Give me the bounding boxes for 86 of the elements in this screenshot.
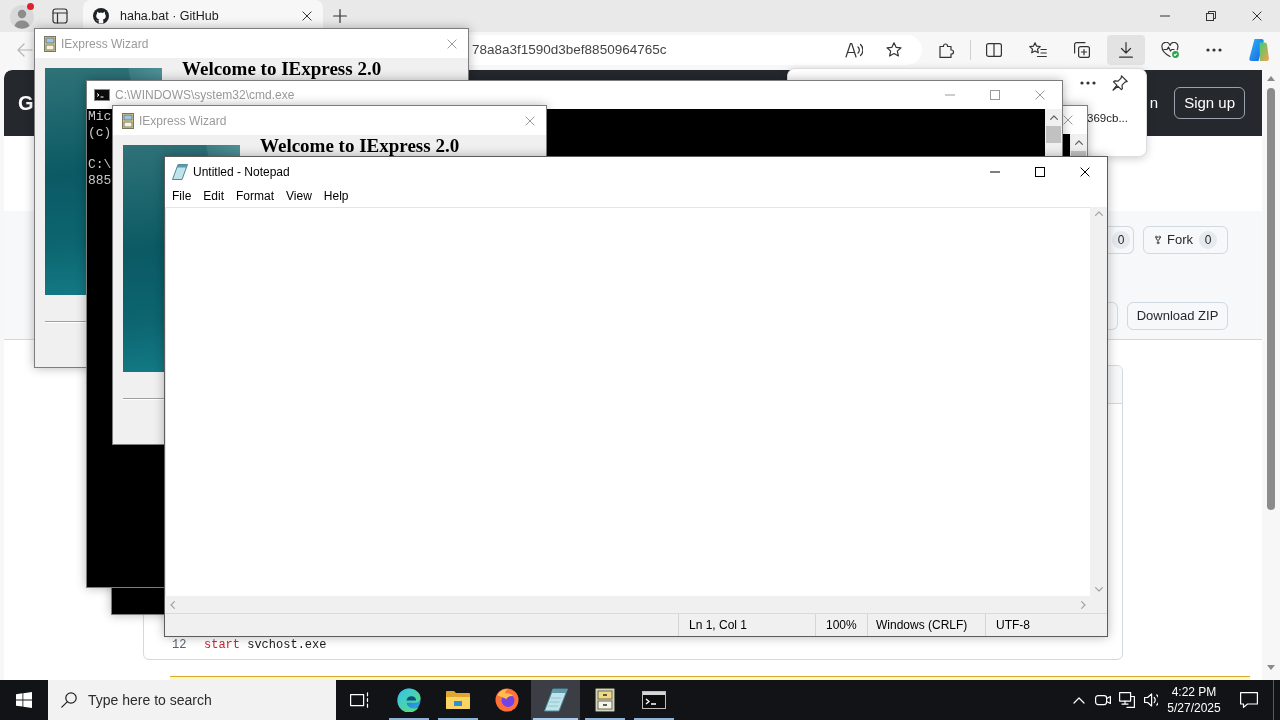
file-cabinet-icon <box>594 688 615 712</box>
wizard-heading: Welcome to IExpress 2.0 <box>260 136 460 155</box>
colorful-logo-icon[interactable] <box>1247 39 1269 61</box>
download-icon <box>1119 42 1133 58</box>
menu-item[interactable]: Format <box>230 186 281 207</box>
header-title: G <box>18 91 34 116</box>
start-icon[interactable] <box>16 692 32 708</box>
address-bar[interactable]: 78a8a3f1590d3bef8850964765c <box>469 35 922 65</box>
split-screen-icon[interactable] <box>986 43 1002 57</box>
browser-swirl-icon <box>396 688 421 712</box>
scrollbar-thumb[interactable] <box>1046 126 1061 143</box>
close-icon[interactable] <box>302 11 312 21</box>
file-cabinet-icon <box>44 35 56 52</box>
star-list-icon[interactable] <box>1029 42 1047 58</box>
network-icon[interactable] <box>1119 692 1135 708</box>
profile-icon[interactable] <box>8 2 36 30</box>
notepad-icon <box>543 688 568 712</box>
pin-icon[interactable] <box>1112 75 1128 91</box>
scroll-up-icon[interactable] <box>1074 140 1083 145</box>
console-line: 885 <box>88 173 112 189</box>
cat-logo-icon <box>93 8 109 24</box>
menu-item[interactable]: Help <box>317 186 355 207</box>
tab-panel-icon[interactable] <box>52 8 68 24</box>
status-text: Ln 1, Col 1 <box>678 614 815 636</box>
read-aloud-icon[interactable] <box>845 42 863 58</box>
chevron-up-icon[interactable] <box>1073 696 1085 704</box>
more-icon[interactable] <box>1206 48 1222 52</box>
count-badge: 0 <box>1112 231 1130 249</box>
download-file-name[interactable]: 369cb... <box>1087 110 1128 128</box>
console-line: (c) <box>88 125 112 141</box>
sign-up-button[interactable]: Sign up <box>1174 87 1245 119</box>
wizard-heading: Welcome to IExpress 2.0 <box>182 59 382 78</box>
scroll-up-icon[interactable] <box>1049 115 1058 120</box>
status-text: 100% <box>815 614 867 636</box>
minimize-icon[interactable] <box>989 170 1000 173</box>
count-button[interactable]: 0 <box>1108 226 1134 254</box>
window-title: IExpress Wizard <box>61 35 149 53</box>
star-icon[interactable] <box>886 42 902 58</box>
file-cabinet-icon <box>122 112 134 129</box>
new-tab-icon[interactable] <box>333 9 347 23</box>
folder-icon <box>445 690 470 710</box>
status-text: UTF-8 <box>985 614 1107 636</box>
speaker-icon[interactable] <box>1144 693 1158 707</box>
clock-time[interactable]: 4:22 PM <box>1163 684 1225 700</box>
stacked-squares-plus-icon[interactable] <box>1074 42 1090 58</box>
heart-pulse-icon[interactable] <box>1161 42 1179 58</box>
menu-item[interactable]: File <box>166 186 198 207</box>
search-box[interactable]: Type here to search <box>48 680 336 720</box>
fox-globe-icon <box>494 688 519 712</box>
status-text: Windows (CRLF) <box>867 614 985 636</box>
scroll-down-icon[interactable] <box>1267 665 1275 670</box>
fork-button[interactable]: Fork 0 <box>1143 226 1228 254</box>
menu-item[interactable]: Edit <box>197 186 231 207</box>
close-icon[interactable] <box>1079 166 1090 177</box>
console-line: C:\ <box>88 157 112 173</box>
window-title: Untitled - Notepad <box>193 163 290 181</box>
count-badge: 0 <box>1199 231 1217 249</box>
menu-item[interactable]: View <box>280 186 318 207</box>
taskbar-app-button[interactable] <box>531 680 580 720</box>
camera-icon[interactable] <box>1095 693 1111 707</box>
search-icon <box>61 692 77 708</box>
maximize-icon[interactable] <box>1034 166 1045 177</box>
close-icon[interactable] <box>1252 11 1262 21</box>
clock-date[interactable]: 5/27/2025 <box>1163 700 1225 716</box>
scrollbar-thumb[interactable] <box>1071 151 1086 156</box>
url-text: 78a8a3f1590d3bef8850964765c <box>472 40 667 59</box>
line-number: 12 <box>172 637 188 654</box>
restore-icon[interactable] <box>1206 11 1216 21</box>
puzzle-icon[interactable] <box>939 42 955 58</box>
window-title: IExpress Wizard <box>139 112 227 130</box>
fork-icon <box>1155 233 1161 247</box>
scrollbar-thumb[interactable] <box>1267 88 1275 510</box>
notification-icon[interactable] <box>1240 692 1258 708</box>
search-input[interactable]: Type here to search <box>88 689 318 711</box>
console-line: Mic <box>88 109 112 125</box>
scroll-up-icon[interactable] <box>1267 75 1275 81</box>
sign-in-link[interactable]: n <box>1149 91 1159 115</box>
window-title: C:\WINDOWS\system32\cmd.exe <box>115 87 295 104</box>
downloads-button[interactable] <box>1107 35 1145 65</box>
terminal-icon <box>641 691 666 709</box>
notepad-icon <box>172 163 188 180</box>
terminal-icon <box>94 89 110 101</box>
more-icon[interactable] <box>1080 81 1096 85</box>
download-zip-button[interactable]: Download ZIP <box>1127 302 1228 330</box>
task-view-icon[interactable] <box>350 692 370 708</box>
code-line: start svchost.exe <box>204 638 327 652</box>
